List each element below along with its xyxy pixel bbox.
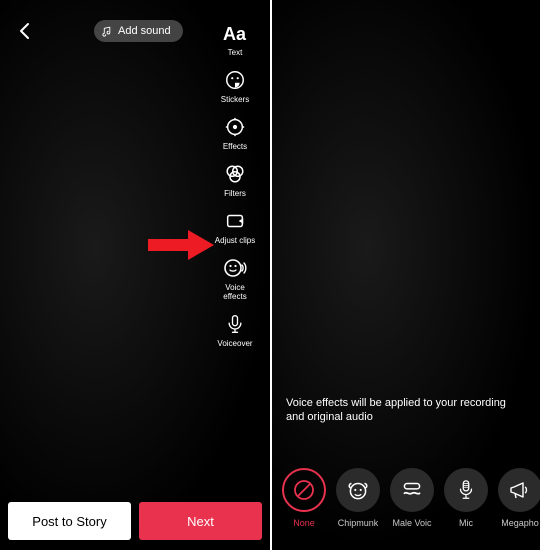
voice-effect-mic[interactable]: Mic <box>444 468 488 528</box>
effects-icon <box>224 116 246 138</box>
bottom-bar: Post to Story Next <box>8 502 262 540</box>
tool-filters[interactable]: Filters <box>222 161 248 198</box>
adjust-clips-icon <box>224 210 246 232</box>
post-to-story-button[interactable]: Post to Story <box>8 502 131 540</box>
tool-voiceover[interactable]: Voiceover <box>217 311 252 348</box>
male-voice-icon <box>399 477 425 503</box>
voice-effects-icon <box>223 256 247 280</box>
button-label: Next <box>187 514 214 529</box>
voice-effect-label: Male Voic <box>392 518 431 528</box>
voice-effect-none[interactable]: None <box>282 468 326 528</box>
chevron-left-icon <box>18 22 32 40</box>
add-sound-button[interactable]: Add sound <box>94 20 183 42</box>
voice-effect-megaphone[interactable]: Megapho <box>498 468 540 528</box>
editor-screen: Add sound Aa Text Stickers Effects Filte… <box>0 0 270 550</box>
voice-effect-label: None <box>293 518 315 528</box>
tool-label: Effects <box>223 142 247 151</box>
tool-adjust-clips[interactable]: Adjust clips <box>215 208 255 245</box>
mic-icon <box>455 477 477 503</box>
tool-label: Filters <box>224 189 246 198</box>
tool-stickers[interactable]: Stickers <box>221 67 249 104</box>
red-arrow-annotation <box>148 230 214 260</box>
next-button[interactable]: Next <box>139 502 262 540</box>
voice-effect-chipmunk[interactable]: Chipmunk <box>336 468 380 528</box>
voice-effects-screen: Voice effects will be applied to your re… <box>270 0 540 550</box>
voice-effect-label: Mic <box>459 518 473 528</box>
side-toolbar: Aa Text Stickers Effects Filters Adjust … <box>208 20 262 358</box>
voice-effects-info: Voice effects will be applied to your re… <box>286 396 526 424</box>
text-icon: Aa <box>223 21 247 45</box>
tool-label: Text <box>228 48 243 57</box>
none-icon <box>292 478 316 502</box>
voice-effect-label: Chipmunk <box>338 518 379 528</box>
svg-text:Aa: Aa <box>223 24 247 44</box>
tool-effects[interactable]: Effects <box>222 114 248 151</box>
tool-label: Stickers <box>221 95 249 104</box>
voice-effect-label: Megapho <box>501 518 539 528</box>
tool-text[interactable]: Aa Text <box>222 20 248 57</box>
tool-label: Voiceover <box>217 339 252 348</box>
sticker-icon <box>224 69 246 91</box>
filters-icon <box>224 163 246 185</box>
voice-effects-list[interactable]: None Chipmunk Male Voic Mic Megapho Robo <box>282 468 540 528</box>
back-button[interactable] <box>18 22 32 40</box>
tool-label: Adjust clips <box>215 236 255 245</box>
button-label: Post to Story <box>32 514 106 529</box>
add-sound-label: Add sound <box>118 25 171 37</box>
chipmunk-icon <box>345 477 371 503</box>
voice-effect-male-voice[interactable]: Male Voic <box>390 468 434 528</box>
megaphone-icon <box>507 478 533 502</box>
music-note-icon <box>102 26 113 37</box>
tool-label: Voice effects <box>223 283 246 301</box>
tool-voice-effects[interactable]: Voice effects <box>222 255 248 301</box>
microphone-icon <box>225 313 245 335</box>
